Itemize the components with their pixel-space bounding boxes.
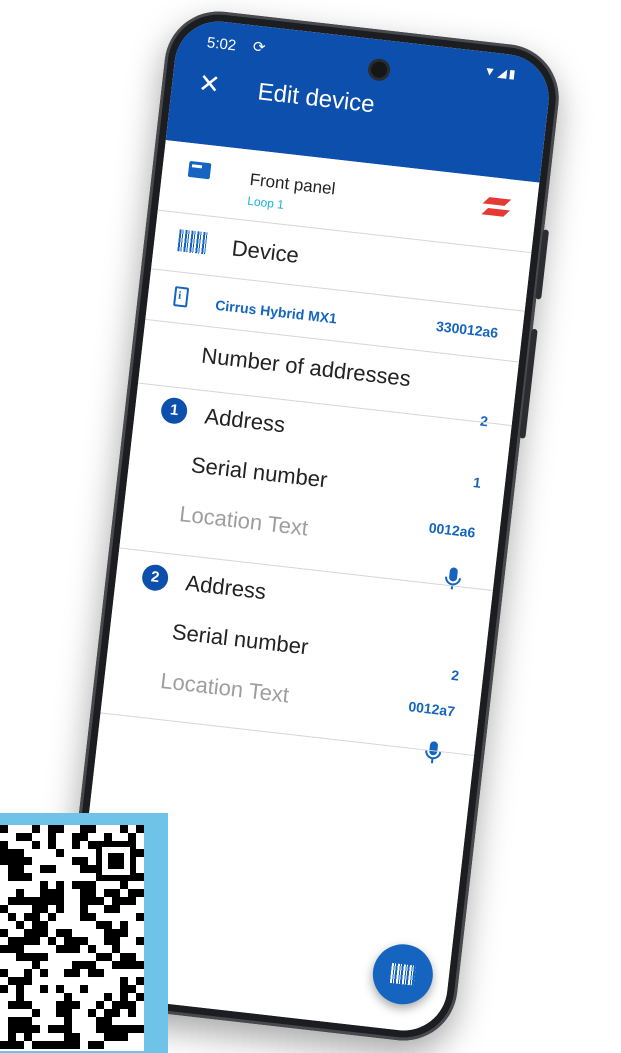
qr-code bbox=[0, 825, 144, 1051]
location-text-input[interactable]: Location Text bbox=[178, 501, 309, 541]
close-icon[interactable]: ✕ bbox=[197, 68, 222, 100]
address-label: Address bbox=[203, 403, 287, 438]
qr-code-image bbox=[0, 825, 144, 1049]
serial-number-label: Serial number bbox=[170, 619, 310, 660]
volume-button bbox=[519, 328, 538, 439]
stage: 5:02 ⟳ ▼◢▮ ✕ Edit device Front panel Loo… bbox=[0, 0, 621, 1053]
page-title: Edit device bbox=[256, 78, 377, 119]
address-index-badge: 1 bbox=[159, 396, 189, 426]
info-icon bbox=[173, 286, 190, 308]
number-of-addresses-label: Number of addresses bbox=[200, 342, 413, 392]
serial-number-label: Serial number bbox=[189, 452, 329, 493]
serial-number-value[interactable]: 0012a7 bbox=[408, 698, 456, 719]
qr-code-frame bbox=[0, 813, 168, 1053]
serial-number-value[interactable]: 0012a6 bbox=[428, 519, 476, 540]
device-id: 330012a6 bbox=[435, 317, 499, 341]
scan-barcode-button[interactable] bbox=[369, 941, 437, 1008]
status-time: 5:02 bbox=[206, 34, 238, 55]
brand-logo bbox=[481, 197, 512, 217]
address-label: Address bbox=[184, 570, 268, 605]
front-camera bbox=[370, 60, 388, 79]
address-index-badge: 2 bbox=[140, 563, 170, 593]
location-text-input[interactable]: Location Text bbox=[159, 668, 290, 708]
microphone-icon[interactable] bbox=[421, 738, 446, 768]
status-icons: ▼◢▮ bbox=[483, 63, 519, 82]
address-value[interactable]: 1 bbox=[472, 474, 482, 491]
sync-icon: ⟳ bbox=[251, 38, 267, 57]
panel-loop: Loop 1 bbox=[246, 193, 285, 212]
panel-icon bbox=[187, 160, 212, 180]
side-button bbox=[535, 229, 550, 300]
barcode-icon bbox=[177, 229, 208, 255]
device-label: Device bbox=[230, 235, 301, 268]
device-model: Cirrus Hybrid MX1 bbox=[214, 296, 338, 327]
barcode-scan-icon bbox=[389, 962, 416, 986]
address-value[interactable]: 2 bbox=[450, 667, 460, 684]
